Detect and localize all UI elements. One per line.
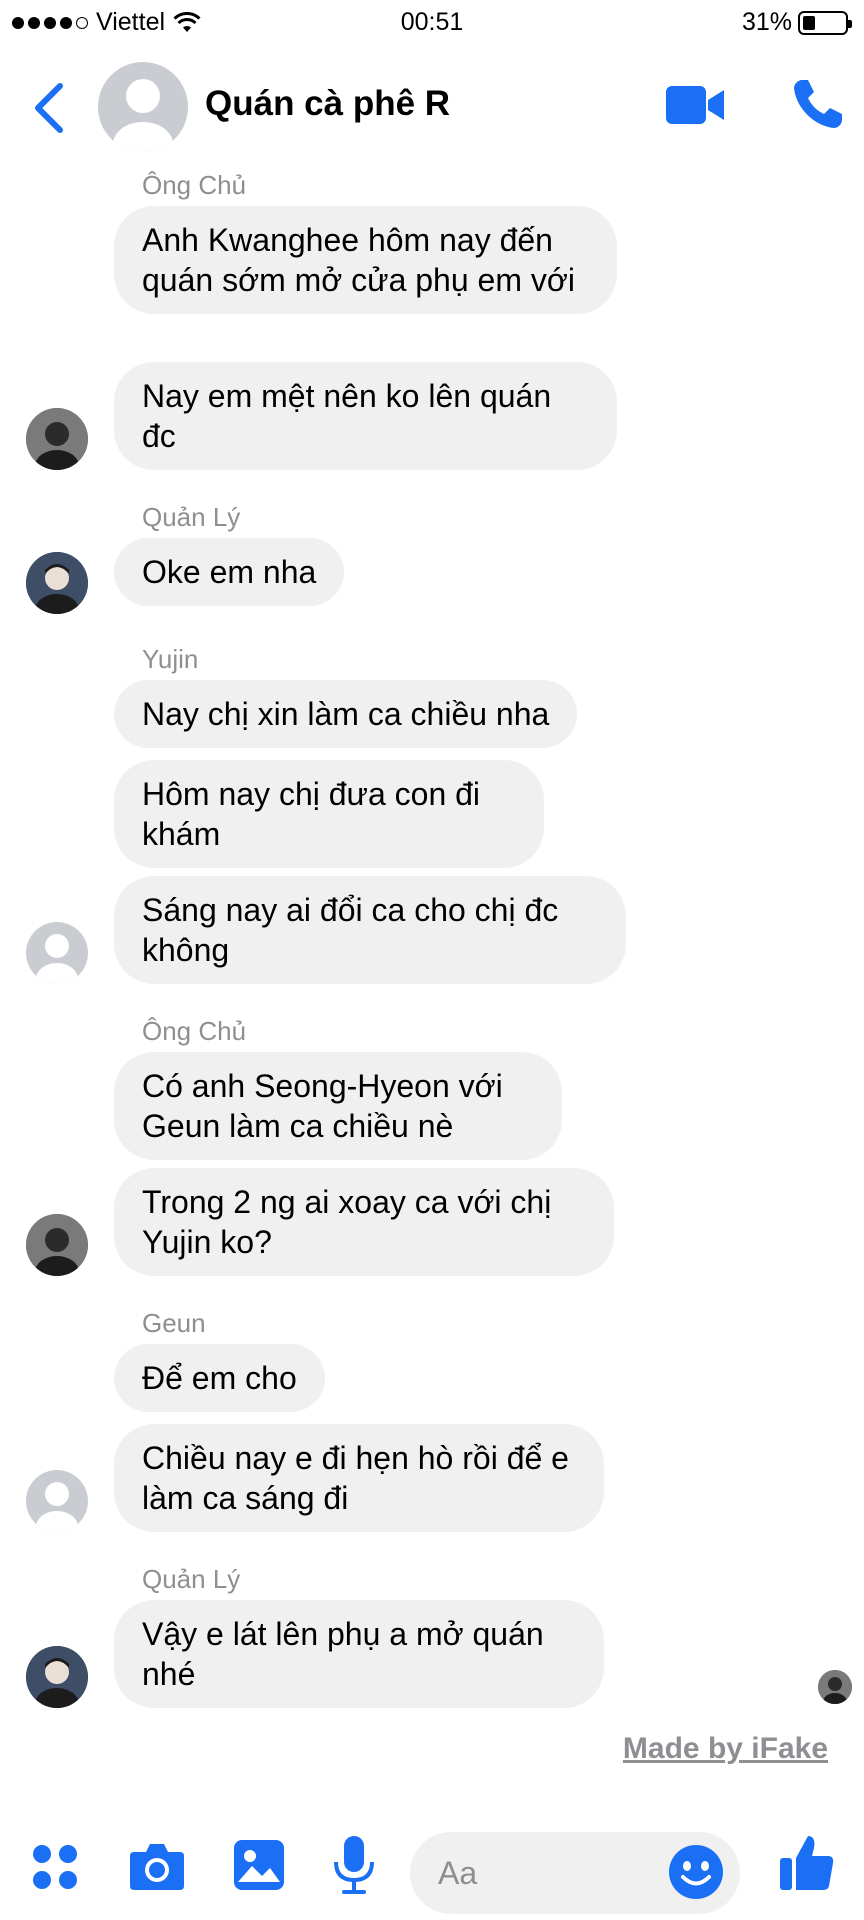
- phone-icon: [794, 80, 842, 128]
- camera-button[interactable]: [128, 1840, 186, 1897]
- profile-photo-icon: [818, 1670, 852, 1704]
- chat-header: Quán cà phê R: [0, 54, 864, 164]
- message-bubble[interactable]: Anh Kwanghee hôm nay đến quán sớm mở cửa…: [114, 206, 617, 314]
- profile-photo-icon: [26, 1646, 88, 1708]
- sender-avatar[interactable]: [26, 408, 88, 470]
- default-avatar-icon: [36, 1482, 78, 1532]
- message-bubble[interactable]: Vậy e lát lên phụ a mở quán nhé: [114, 1600, 604, 1708]
- message-bubble[interactable]: Nay em mệt nên ko lên quán đc: [114, 362, 617, 470]
- microphone-button[interactable]: [332, 1834, 376, 1901]
- message-bubble[interactable]: Oke em nha: [114, 538, 345, 606]
- sender-avatar[interactable]: [26, 552, 88, 614]
- message-input[interactable]: [438, 1850, 648, 1896]
- composer-toolbar: [0, 1816, 864, 1920]
- photo-button[interactable]: [232, 1838, 286, 1897]
- sender-name: Ông Chủ: [142, 170, 247, 200]
- phone-call-button[interactable]: [790, 76, 846, 132]
- status-bar: Viettel 00:51 31%: [0, 0, 864, 46]
- battery-icon: [798, 10, 852, 35]
- sender-name: Geun: [142, 1308, 206, 1338]
- message-bubble[interactable]: Để em cho: [114, 1344, 325, 1412]
- default-avatar-icon: [113, 79, 173, 152]
- like-button[interactable]: [778, 1832, 836, 1899]
- status-right: 31%: [741, 8, 852, 37]
- message-bubble[interactable]: Trong 2 ng ai xoay ca với chị Yujin ko?: [114, 1168, 614, 1276]
- back-button[interactable]: [28, 78, 72, 138]
- sender-name: Yujin: [142, 644, 199, 674]
- emoji-icon: [669, 1845, 723, 1899]
- sender-name: Ông Chủ: [142, 1016, 247, 1046]
- menu-dots-icon: [33, 1845, 77, 1889]
- message-bubble[interactable]: Sáng nay ai đổi ca cho chị đc không: [114, 876, 626, 984]
- profile-photo-icon: [26, 408, 88, 470]
- back-chevron-icon: [35, 83, 63, 133]
- video-call-button[interactable]: [664, 80, 726, 130]
- message-bubble[interactable]: Có anh Seong-Hyeon với Geun làm ca chiều…: [114, 1052, 562, 1160]
- photo-icon: [234, 1840, 284, 1890]
- profile-photo-icon: [26, 552, 88, 614]
- sender-avatar[interactable]: [26, 1470, 88, 1532]
- profile-photo-icon: [26, 1214, 88, 1276]
- video-call-icon: [666, 86, 724, 124]
- message-input-container: [410, 1832, 740, 1914]
- sender-avatar[interactable]: [26, 922, 88, 984]
- more-actions-button[interactable]: [30, 1842, 80, 1897]
- group-avatar[interactable]: [98, 62, 188, 152]
- microphone-icon: [334, 1836, 374, 1894]
- default-avatar-icon: [36, 934, 78, 984]
- thumbs-up-icon: [780, 1836, 834, 1890]
- camera-icon: [130, 1844, 184, 1890]
- message-bubble[interactable]: Hôm nay chị đưa con đi khám: [114, 760, 544, 868]
- message-bubble[interactable]: Chiều nay e đi hẹn hò rồi để e làm ca sá…: [114, 1424, 604, 1532]
- sender-name: Quản Lý: [142, 1564, 241, 1594]
- chat-title[interactable]: Quán cà phê R: [205, 84, 450, 124]
- watermark-text: Made by iFake: [622, 1732, 828, 1765]
- emoji-button[interactable]: [668, 1844, 724, 1900]
- battery-percent: 31%: [741, 8, 792, 36]
- sender-name: Quản Lý: [142, 502, 241, 532]
- clock: 00:51: [400, 8, 464, 36]
- sender-avatar[interactable]: [26, 1214, 88, 1276]
- read-receipt-avatar: [818, 1670, 852, 1704]
- message-bubble[interactable]: Nay chị xin làm ca chiều nha: [114, 680, 578, 748]
- sender-avatar[interactable]: [26, 1646, 88, 1708]
